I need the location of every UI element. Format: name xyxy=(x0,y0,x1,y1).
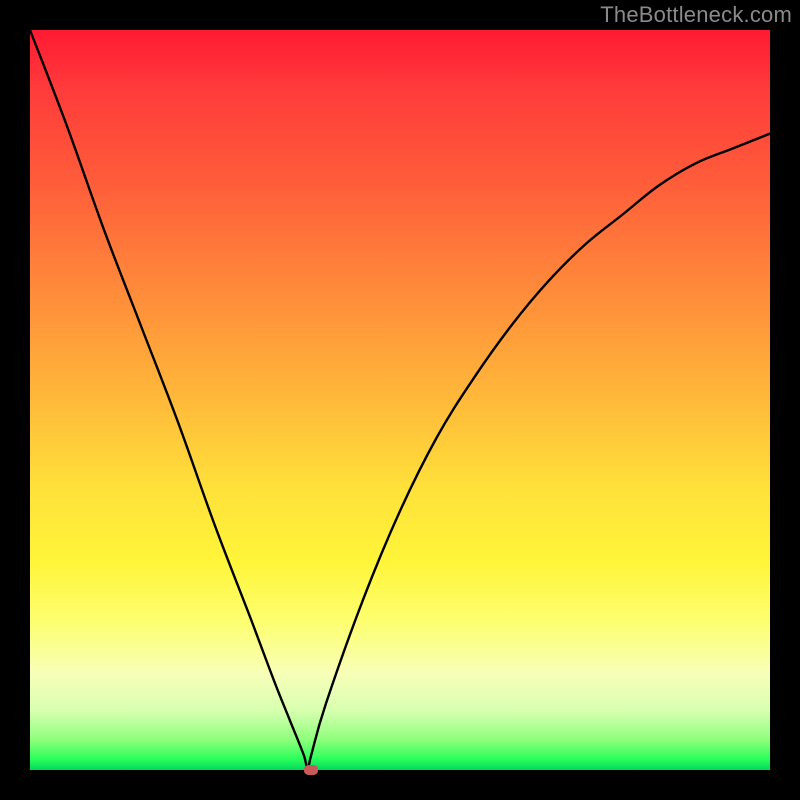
chart-frame: TheBottleneck.com xyxy=(0,0,800,800)
plot-area xyxy=(30,30,770,770)
watermark-text: TheBottleneck.com xyxy=(600,2,792,28)
bottleneck-curve xyxy=(30,30,770,770)
minimum-marker xyxy=(304,765,318,775)
